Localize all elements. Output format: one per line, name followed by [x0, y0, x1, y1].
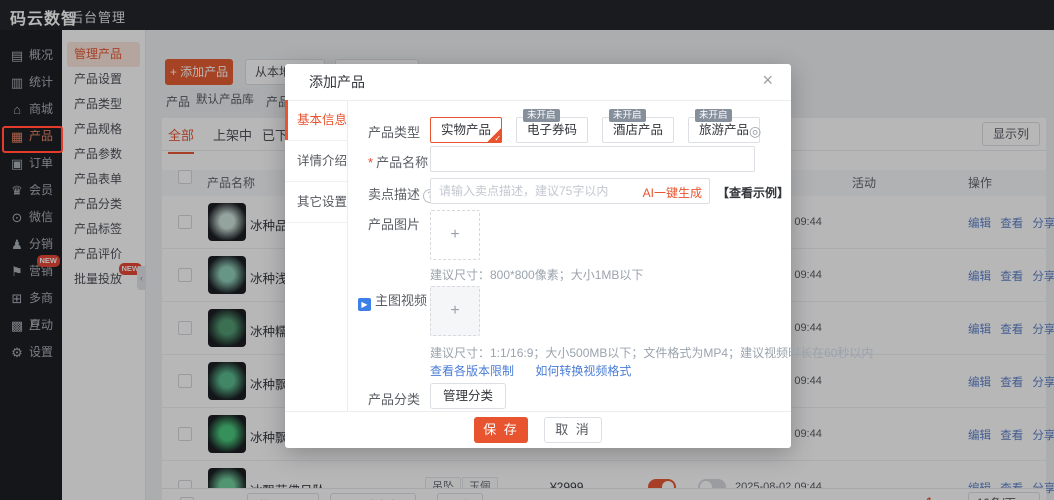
product-type-option[interactable]: 实物产品 ✓: [430, 117, 502, 143]
preview-eye-icon[interactable]: ◎: [749, 123, 761, 140]
view-example-link[interactable]: 【查看示例】: [717, 184, 789, 201]
video-upload-box[interactable]: +: [430, 286, 480, 336]
required-asterisk: *: [368, 155, 373, 170]
product-name-label: *产品名称: [368, 152, 428, 171]
unopened-badge: 未开启: [523, 109, 560, 122]
image-size-hint: 建议尺寸：800*800像素；大小1MB以下: [430, 266, 643, 283]
product-type-options: 实物产品 ✓ 未开启 电子券码 未开启 酒店产品: [430, 117, 774, 143]
product-type-label: 产品类型: [368, 122, 420, 141]
product-type-option[interactable]: 未开启 电子券码: [516, 117, 588, 143]
video-badge-icon: ▶: [358, 298, 371, 311]
image-upload-box[interactable]: +: [430, 210, 480, 260]
video-help-links: 查看各版本限制 如何转换视频格式: [430, 362, 649, 379]
selected-check-icon: ✓: [487, 128, 502, 143]
modal-tab[interactable]: 详情介绍: [285, 141, 347, 182]
modal-tabs: 基本信息 详情介绍 其它设置: [285, 100, 348, 412]
product-image-label: 产品图片: [368, 214, 420, 233]
unopened-badge: 未开启: [609, 109, 646, 122]
modal-footer: 保 存 取 消: [285, 411, 791, 448]
ai-generate-link[interactable]: AI一键生成: [643, 184, 702, 201]
product-name-input[interactable]: [430, 146, 755, 172]
screen: 码云数智 后台管理 ▤ 概况 ▥ 统计 ⌂ 商城 ▦: [0, 0, 1054, 500]
modal-title: 添加产品: [309, 64, 365, 100]
modal-tab[interactable]: 其它设置: [285, 182, 347, 223]
close-icon[interactable]: ×: [762, 70, 773, 91]
modal-tab[interactable]: 基本信息: [285, 100, 347, 141]
add-product-modal: 添加产品 × 基本信息 详情介绍 其它设置 产品类型: [285, 64, 791, 448]
unopened-badge: 未开启: [695, 109, 732, 122]
product-menu-highlight-box: [2, 126, 63, 153]
product-type-option[interactable]: 未开启 酒店产品: [602, 117, 674, 143]
selling-point-label: 卖点描述?: [368, 184, 437, 203]
manage-category-button[interactable]: 管理分类: [430, 383, 506, 409]
video-size-hint: 建议尺寸：1:1/16:9；大小500MB以下；文件格式为MP4；建议视频时长在…: [430, 344, 873, 361]
product-category-label: 产品分类: [368, 389, 420, 408]
version-limit-link[interactable]: 查看各版本限制: [430, 364, 514, 378]
save-button[interactable]: 保 存: [474, 417, 528, 443]
modal-body: 产品类型 实物产品 ✓ 未开启 电子券码: [347, 100, 791, 412]
modal-header: 添加产品 ×: [285, 64, 791, 101]
convert-format-link[interactable]: 如何转换视频格式: [535, 364, 631, 378]
cancel-button[interactable]: 取 消: [544, 417, 602, 443]
main-video-label: ▶主图视频: [358, 290, 427, 311]
